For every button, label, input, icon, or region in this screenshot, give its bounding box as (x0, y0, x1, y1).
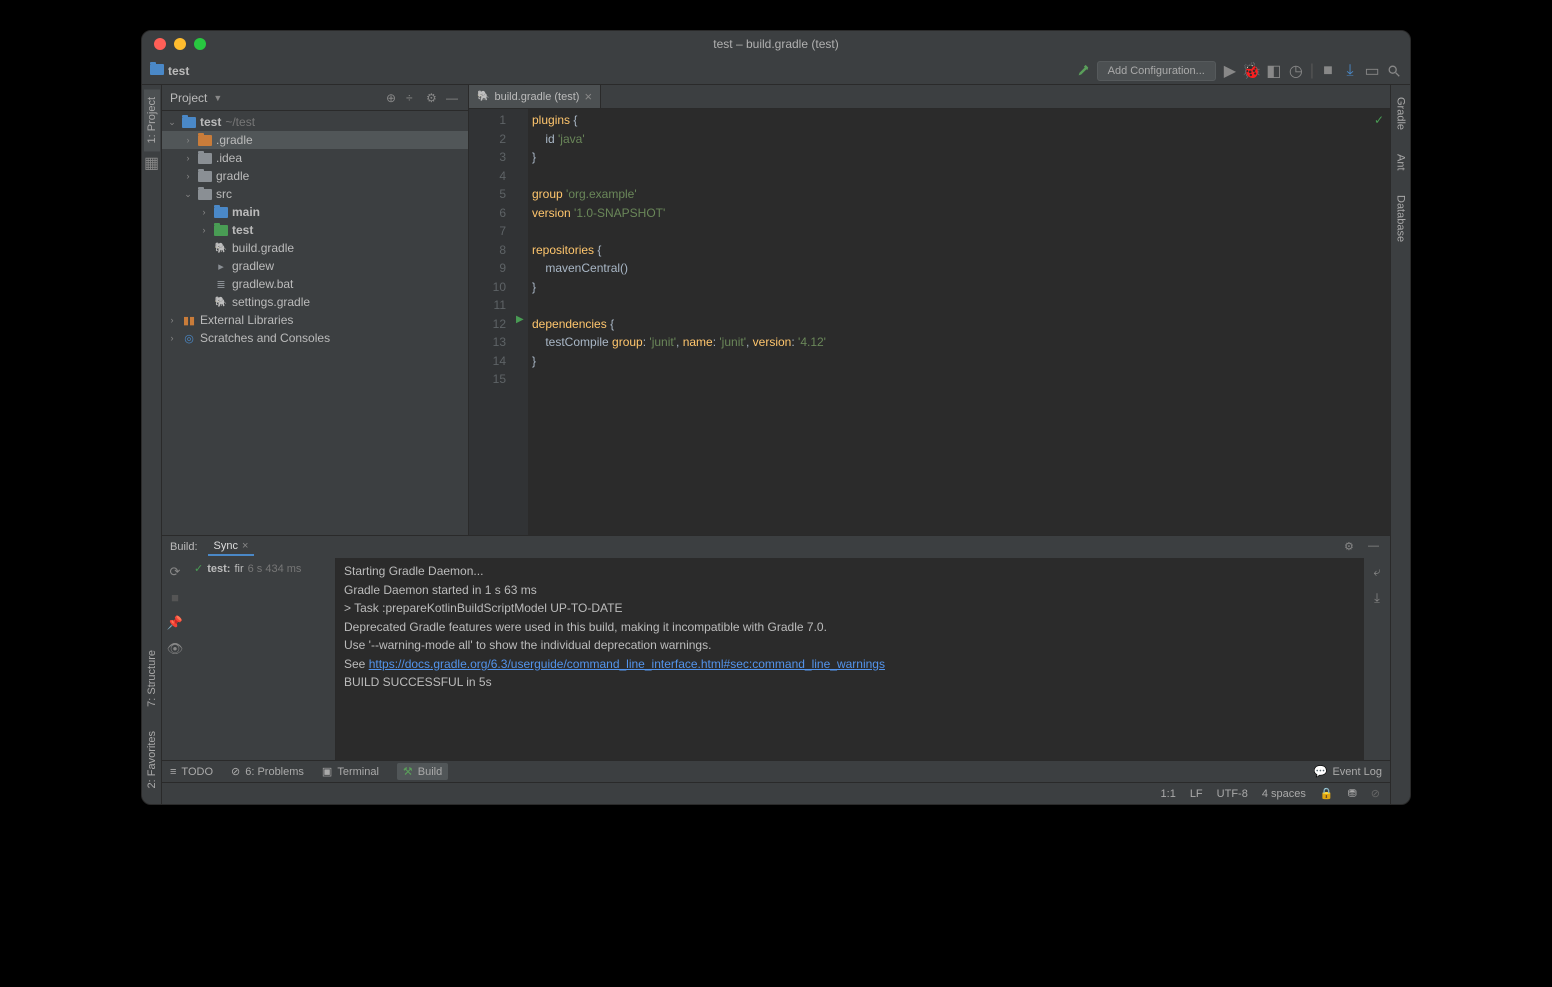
profile-icon[interactable]: ◷ (1288, 63, 1304, 79)
right-tool-strip: Gradle Ant Database (1390, 85, 1410, 804)
gradle-docs-link[interactable]: https://docs.gradle.org/6.3/userguide/co… (369, 657, 885, 671)
problems-tool-button[interactable]: ⊘6: Problems (231, 765, 304, 778)
gradle-file-icon: 🐘 (477, 91, 489, 102)
project-icon (150, 64, 164, 78)
structure-tool-button[interactable]: 7: Structure (144, 642, 160, 715)
zoom-window-icon[interactable] (194, 38, 206, 50)
tree-root[interactable]: ⌄ test ~/test (162, 113, 468, 131)
tree-node-settings-gradle[interactable]: 🐘settings.gradle (162, 293, 468, 311)
status-bar: 1:1 LF UTF-8 4 spaces 🔒 ⛃ ⊘ (162, 782, 1390, 804)
window-title: test – build.gradle (test) (713, 37, 838, 51)
build-tree[interactable]: ✓ test: fir 6 s 434 ms (188, 558, 336, 760)
build-tool-button[interactable]: ⚒Build (397, 763, 448, 780)
caret-position[interactable]: 1:1 (1161, 788, 1176, 800)
tree-node-external-libraries[interactable]: ›▮▮External Libraries (162, 311, 468, 329)
ant-tool-button[interactable]: Ant (1393, 146, 1409, 179)
tree-node-idea-dir[interactable]: ›.idea (162, 149, 468, 167)
breadcrumb-root: test (168, 64, 189, 78)
coverage-icon[interactable]: ◧ (1266, 63, 1282, 79)
tree-node-src[interactable]: ⌄src (162, 185, 468, 203)
tree-node-build-gradle[interactable]: 🐘build.gradle (162, 239, 468, 257)
build-label: Build: (170, 541, 198, 553)
check-icon: ✓ (194, 562, 203, 575)
pin-icon[interactable]: 📌 (167, 615, 183, 631)
build-icon[interactable] (1075, 63, 1091, 79)
run-icon[interactable]: ▶ (1222, 63, 1238, 79)
search-everywhere-icon[interactable] (1386, 63, 1402, 79)
lock-icon[interactable]: 🔒 (1320, 787, 1334, 800)
gear-icon[interactable]: ⚙ (426, 91, 440, 105)
indent-settings[interactable]: 4 spaces (1262, 788, 1306, 800)
build-right-toolbar: ⤶ ⤓ (1364, 558, 1390, 760)
build-left-toolbar: ⟳ ■ 📌 👁 (162, 558, 188, 760)
project-view-selector[interactable]: Project (170, 91, 207, 105)
project-tool-button[interactable]: 1: Project (144, 89, 160, 151)
terminal-tool-button[interactable]: ▣Terminal (322, 765, 379, 778)
todo-tool-button[interactable]: ≡TODO (170, 766, 213, 778)
project-strip-icon: ▦ (144, 155, 160, 171)
collapse-icon[interactable]: ÷ (406, 91, 420, 105)
layout-icon[interactable]: ▭ (1364, 63, 1380, 79)
project-tree: ⌄ test ~/test ›.gradle ›.idea ›gradle ⌄s… (162, 111, 468, 535)
ide-window: test – build.gradle (test) test Add Conf… (141, 30, 1411, 805)
minimize-window-icon[interactable] (174, 38, 186, 50)
hide-panel-icon[interactable]: — (446, 91, 460, 105)
add-configuration-button[interactable]: Add Configuration... (1097, 61, 1216, 81)
favorites-tool-button[interactable]: 2: Favorites (144, 723, 160, 796)
target-icon[interactable]: ⊕ (386, 91, 400, 105)
memory-icon[interactable]: ⛃ (1348, 787, 1357, 800)
update-icon[interactable]: ⤓ (1342, 63, 1358, 79)
nav-bar: test Add Configuration... ▶ 🐞 ◧ ◷ | ■ ⤓ … (142, 57, 1410, 85)
stop-build-icon[interactable]: ■ (171, 590, 179, 605)
code-area[interactable]: plugins { id 'java'} group 'org.example'… (528, 109, 1390, 535)
breadcrumb[interactable]: test (150, 64, 189, 78)
ide-status-icon[interactable]: ⊘ (1371, 787, 1380, 800)
tree-node-gradle-dir[interactable]: ›.gradle (162, 131, 468, 149)
tree-node-gradle-folder[interactable]: ›gradle (162, 167, 468, 185)
chevron-down-icon: ▼ (213, 93, 222, 103)
tree-node-gradlew[interactable]: ▸gradlew (162, 257, 468, 275)
build-console[interactable]: Starting Gradle Daemon...Gradle Daemon s… (336, 558, 1364, 696)
build-panel: Build: Sync× ⚙ — ⟳ ■ 📌 👁 ✓ test: fir 6 s… (162, 535, 1390, 760)
tree-node-test[interactable]: ›test (162, 221, 468, 239)
line-numbers: 123456789101112131415 (469, 109, 514, 535)
problems-indicator-icon[interactable]: ✓ (1374, 113, 1384, 127)
traffic-lights (154, 38, 206, 50)
line-ending[interactable]: LF (1190, 788, 1203, 800)
close-tab-icon[interactable]: × (584, 89, 592, 104)
build-gear-icon[interactable]: ⚙ (1344, 540, 1358, 554)
debug-icon[interactable]: 🐞 (1244, 63, 1260, 79)
left-tool-strip: 1: Project ▦ 7: Structure 2: Favorites (142, 85, 162, 804)
build-hide-icon[interactable]: — (1368, 540, 1382, 554)
project-panel: Project ▼ ⊕ ÷ ⚙ — ⌄ test ~/test (162, 85, 469, 535)
tree-node-main[interactable]: ›main (162, 203, 468, 221)
sync-tab[interactable]: Sync× (208, 538, 255, 556)
close-window-icon[interactable] (154, 38, 166, 50)
bottom-toolbar: ≡TODO ⊘6: Problems ▣Terminal ⚒Build 💬Eve… (162, 760, 1390, 782)
event-log-button[interactable]: 💬Event Log (1314, 765, 1382, 778)
stop-icon[interactable]: ■ (1320, 63, 1336, 79)
scroll-end-icon[interactable]: ⤓ (1374, 590, 1380, 606)
refresh-icon[interactable]: ⟳ (170, 564, 181, 580)
soft-wrap-icon[interactable]: ⤶ (1373, 564, 1380, 580)
database-tool-button[interactable]: Database (1393, 187, 1409, 250)
gutter-icons: ▶ (514, 109, 528, 535)
editor-tab-build-gradle[interactable]: 🐘 build.gradle (test) × (469, 85, 601, 108)
titlebar: test – build.gradle (test) (142, 31, 1410, 57)
gradle-tool-button[interactable]: Gradle (1393, 89, 1409, 138)
run-gutter-icon[interactable]: ▶ (516, 314, 524, 325)
encoding[interactable]: UTF-8 (1217, 788, 1248, 800)
tree-node-scratches[interactable]: ›◎Scratches and Consoles (162, 329, 468, 347)
filter-icon[interactable]: 👁 (167, 641, 184, 657)
tree-node-gradlew-bat[interactable]: ≣gradlew.bat (162, 275, 468, 293)
editor: 🐘 build.gradle (test) × 1234567891011121… (469, 85, 1390, 535)
